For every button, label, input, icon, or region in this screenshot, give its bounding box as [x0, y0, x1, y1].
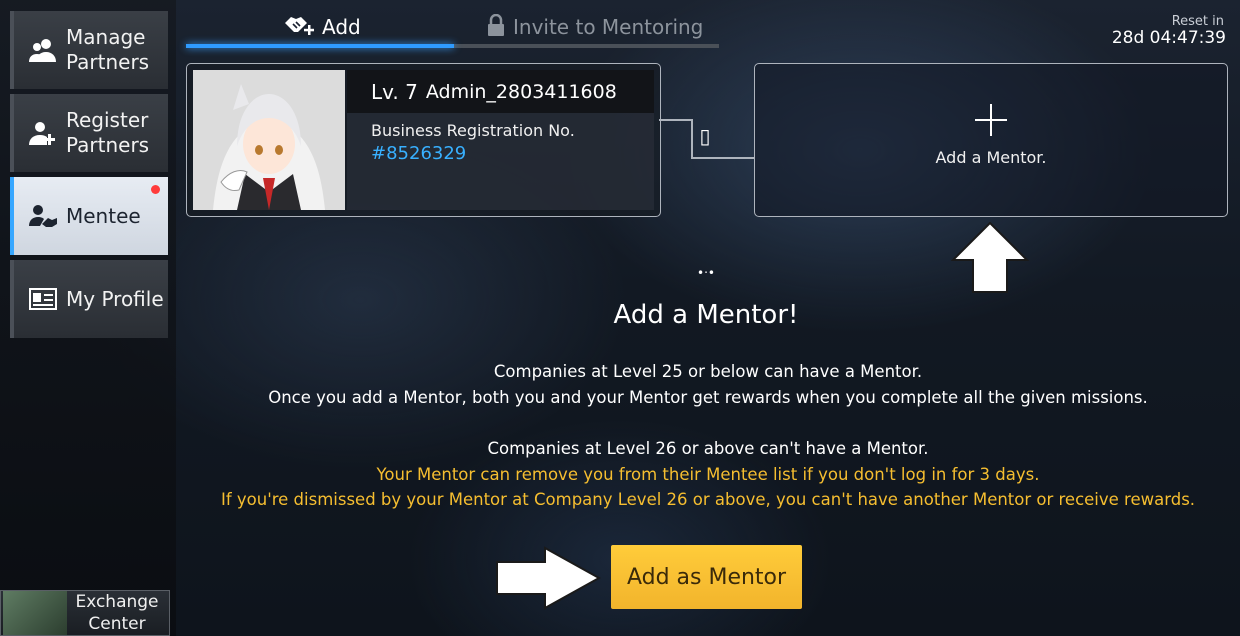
add-mentor-slot[interactable]: Add a Mentor. [754, 63, 1228, 217]
connector-glyph: ▯ [699, 124, 711, 148]
registration-number: #8526329 [371, 143, 467, 164]
sidebar-item-label: Mentee [66, 203, 141, 228]
sidebar-item-label: Manage Partners [66, 25, 150, 74]
warning-line-1: Your Mentor can remove you from their Me… [376, 465, 1040, 484]
warning-line-2: If you're dismissed by your Mentor at Co… [220, 490, 1196, 509]
tab-add-label: Add [322, 15, 361, 39]
avatar [193, 70, 345, 210]
lock-icon [487, 13, 505, 41]
handshake-person-icon [28, 201, 58, 231]
exchange-thumbnail [3, 591, 67, 635]
add-user-icon [28, 118, 58, 148]
handshake-plus-icon [284, 15, 314, 40]
exchange-center-label: Exchange Center [75, 592, 159, 634]
sidebar-item-mentee[interactable]: Mentee [10, 177, 168, 255]
info-line-3: Companies at Level 26 or above can't hav… [487, 439, 929, 458]
exchange-center-button[interactable]: Exchange Center [0, 590, 170, 636]
notification-dot [151, 185, 160, 194]
page-title: Add a Mentor! [613, 300, 799, 330]
tab-invite-to-mentoring[interactable]: Invite to Mentoring [487, 12, 703, 42]
up-arrow-icon [951, 222, 1030, 293]
tab-add[interactable]: Add [284, 12, 361, 42]
player-profile-card: Lv. 7 Admin_2803411608 Business Registra… [186, 63, 661, 217]
plus-icon [975, 104, 1007, 136]
tab-invite-label: Invite to Mentoring [513, 15, 704, 39]
loading-dots-icon: •‧• [697, 266, 715, 280]
reset-timer: 28d 04:47:39 [1111, 28, 1226, 48]
sidebar-item-label: Register Partners [66, 108, 150, 157]
player-level: Lv. 7 [371, 79, 418, 104]
player-name-bar: Lv. 7 Admin_2803411608 [347, 70, 654, 113]
add-mentor-slot-label: Add a Mentor. [935, 148, 1047, 167]
reset-label: Reset in [1171, 14, 1224, 29]
sidebar-item-manage-partners[interactable]: Manage Partners [10, 11, 168, 89]
partners-icon [28, 35, 58, 65]
add-as-mentor-button[interactable]: Add as Mentor [611, 545, 802, 609]
add-as-mentor-label: Add as Mentor [626, 564, 787, 590]
info-line-1: Companies at Level 25 or below can have … [493, 362, 923, 381]
registration-info: Business Registration No. #8526329 [347, 113, 654, 210]
right-arrow-icon [496, 546, 601, 610]
sidebar-item-register-partners[interactable]: Register Partners [10, 94, 168, 172]
player-name: Admin_2803411608 [425, 80, 617, 103]
registration-label: Business Registration No. [371, 121, 575, 140]
info-line-2: Once you add a Mentor, both you and your… [268, 388, 1148, 407]
tab-active-indicator [186, 44, 454, 48]
